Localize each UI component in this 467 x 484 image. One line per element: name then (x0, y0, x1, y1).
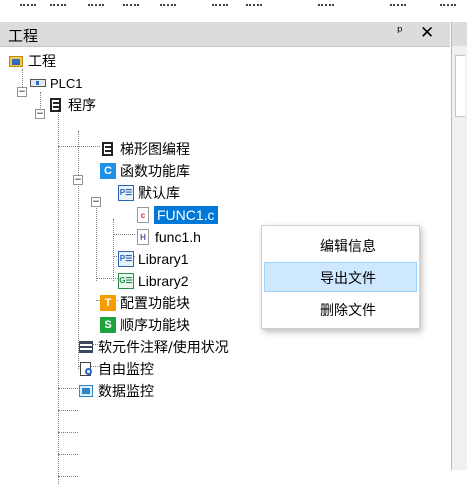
collapse-program-toggle[interactable]: − (35, 109, 45, 119)
menu-item-export-file[interactable]: 导出文件 (264, 262, 417, 292)
tree-item-free-monitor[interactable]: 自由监控 (78, 358, 154, 380)
library-icon: P☰ (118, 251, 134, 267)
c-function-icon: C (100, 163, 116, 179)
library-icon: P☰ (118, 185, 134, 201)
collapse-plc1-toggle[interactable]: − (17, 87, 27, 97)
sequence-block-icon: S (100, 317, 116, 333)
tree-item-func1-c[interactable]: c FUNC1.c (135, 204, 218, 226)
header-file-icon: H (137, 229, 149, 245)
tree-item-project[interactable]: 工程 (8, 50, 56, 72)
tree-item-library1[interactable]: P☰ Library1 (118, 248, 189, 270)
tree-item-config-fb[interactable]: T 配置功能块 (100, 292, 190, 314)
table-icon (78, 339, 94, 355)
monitor-icon (78, 361, 94, 377)
c-file-icon: c (137, 207, 149, 223)
config-block-icon: T (100, 295, 116, 311)
global-library-icon: G☰ (118, 273, 134, 289)
pin-icon[interactable]: ᵖ (397, 24, 403, 40)
tree-item-func1-h[interactable]: H func1.h (135, 226, 201, 248)
tree-item-soft-component[interactable]: 软元件注释/使用状况 (78, 336, 229, 358)
ladder-program-icon (100, 141, 116, 157)
menu-item-delete-file[interactable]: 删除文件 (264, 294, 417, 324)
collapse-default-lib-toggle[interactable]: − (91, 197, 101, 207)
close-icon[interactable]: ✕ (420, 23, 434, 43)
tree-item-seq-fb[interactable]: S 顺序功能块 (100, 314, 190, 336)
tree-item-func-lib[interactable]: C 函数功能库 (100, 160, 190, 182)
tree-item-plc1[interactable]: PLC1 (30, 72, 83, 94)
top-cropped-strip (0, 0, 467, 22)
tree-item-program[interactable]: 程序 (48, 94, 96, 116)
tree-item-default-lib[interactable]: P☰ 默认库 (118, 182, 180, 204)
plc-icon (30, 75, 46, 91)
program-icon (48, 97, 64, 113)
collapsed-panel-tab[interactable] (455, 55, 465, 117)
project-folder-icon (8, 53, 24, 69)
menu-item-edit-info[interactable]: 编辑信息 (264, 230, 417, 260)
collapse-func-lib-toggle[interactable]: − (73, 175, 83, 185)
tree-item-data-monitor[interactable]: 数据监控 (78, 380, 154, 402)
tree-item-library2[interactable]: G☰ Library2 (118, 270, 189, 292)
tree-item-ladder[interactable]: 梯形图编程 (100, 138, 190, 160)
data-monitor-icon (78, 383, 94, 399)
panel-header: 工程 ᵖ ✕ (0, 22, 450, 47)
panel-title: 工程 (8, 27, 39, 45)
right-docked-panel-edge (451, 22, 467, 470)
context-menu: 编辑信息 导出文件 删除文件 (261, 225, 420, 329)
